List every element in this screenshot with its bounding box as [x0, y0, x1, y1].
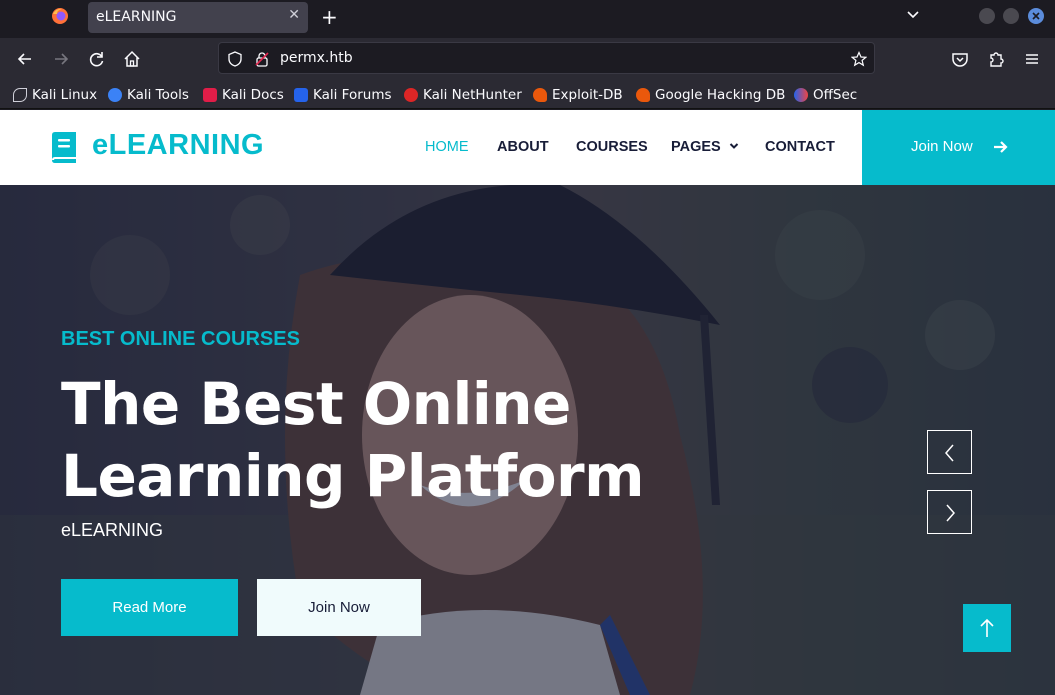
- bookmark-label: Kali Docs: [222, 87, 284, 103]
- bookmark-label: Exploit-DB: [552, 87, 623, 103]
- bookmark-label: Kali NetHunter: [423, 87, 522, 103]
- header-join-now-button[interactable]: Join Now: [862, 110, 1055, 185]
- minimize-window-button[interactable]: [979, 8, 995, 24]
- back-to-top-button[interactable]: [963, 604, 1011, 652]
- browser-tab-active[interactable]: eLEARNING ✕: [88, 2, 308, 33]
- offsec-icon: [794, 88, 808, 102]
- hero-title: The Best Online Learning Platform: [61, 370, 645, 510]
- close-window-button[interactable]: [1028, 8, 1044, 24]
- chevron-down-icon[interactable]: [906, 8, 920, 22]
- forward-arrow-icon[interactable]: [51, 49, 71, 69]
- carousel-prev-button[interactable]: [927, 430, 972, 474]
- nav-contact[interactable]: CONTACT: [765, 139, 835, 155]
- bookmark-kali-forums[interactable]: Kali Forums: [294, 86, 392, 104]
- kali-nethunter-icon: [404, 88, 418, 102]
- bookmark-kali-linux[interactable]: Kali Linux: [13, 86, 97, 104]
- kali-forums-icon: [294, 88, 308, 102]
- carousel-next-button[interactable]: [927, 490, 972, 534]
- nav-pages[interactable]: PAGES: [671, 139, 739, 155]
- kali-dragon-icon: [13, 88, 27, 102]
- chevron-down-icon: [729, 143, 738, 149]
- hero-kicker: BEST ONLINE COURSES: [61, 328, 300, 350]
- maximize-window-button[interactable]: [1003, 8, 1019, 24]
- nav-pages-label: PAGES: [671, 139, 721, 155]
- hero-join-now-button[interactable]: Join Now: [257, 579, 421, 636]
- insecure-lock-icon[interactable]: [254, 51, 270, 67]
- arrow-right-icon: [994, 141, 1008, 153]
- bookmarks-toolbar: Kali Linux Kali Tools Kali Docs Kali For…: [0, 80, 1055, 109]
- join-now-label: Join Now: [911, 138, 973, 155]
- tab-close-icon[interactable]: ✕: [288, 7, 300, 23]
- bookmark-label: Kali Forums: [313, 87, 392, 103]
- reload-icon[interactable]: [87, 49, 107, 69]
- pocket-icon[interactable]: [950, 49, 970, 69]
- chevron-right-icon: [946, 504, 955, 522]
- new-tab-icon[interactable]: +: [321, 5, 338, 29]
- browser-tab-strip: eLEARNING ✕ +: [0, 0, 1055, 38]
- back-arrow-icon[interactable]: [15, 49, 35, 69]
- kali-docs-icon: [203, 88, 217, 102]
- read-more-button[interactable]: Read More: [61, 579, 238, 636]
- bookmark-label: OffSec: [813, 87, 858, 103]
- brand-logo-text[interactable]: eLEARNING: [92, 129, 264, 162]
- nav-about[interactable]: ABOUT: [497, 139, 549, 155]
- kali-tools-icon: [108, 88, 122, 102]
- site-header: eLEARNING HOME ABOUT COURSES PAGES CONTA…: [0, 110, 1055, 185]
- address-bar[interactable]: permx.htb: [218, 42, 875, 74]
- bookmark-exploit-db[interactable]: Exploit-DB: [533, 86, 623, 104]
- book-icon[interactable]: [49, 132, 77, 163]
- bookmark-label: Kali Tools: [127, 87, 189, 103]
- hero-subtitle: eLEARNING: [61, 520, 164, 540]
- bookmark-label: Kali Linux: [32, 87, 98, 103]
- bookmark-kali-nethunter[interactable]: Kali NetHunter: [404, 86, 522, 104]
- ghdb-icon: [636, 88, 650, 102]
- nav-home[interactable]: HOME: [425, 139, 469, 155]
- shield-icon[interactable]: [227, 51, 243, 67]
- bookmark-star-icon[interactable]: [851, 51, 867, 67]
- home-icon[interactable]: [122, 49, 142, 69]
- extensions-icon[interactable]: [986, 49, 1006, 69]
- url-text[interactable]: permx.htb: [280, 50, 353, 66]
- exploit-db-icon: [533, 88, 547, 102]
- bookmark-kali-tools[interactable]: Kali Tools: [108, 86, 189, 104]
- arrow-up-icon: [980, 618, 994, 637]
- chevron-left-icon: [945, 444, 954, 462]
- bookmark-kali-docs[interactable]: Kali Docs: [203, 86, 284, 104]
- bookmark-label: Google Hacking DB: [655, 87, 786, 103]
- bookmark-offsec[interactable]: OffSec: [794, 86, 857, 104]
- tab-title: eLEARNING: [96, 9, 177, 25]
- browser-toolbar: permx.htb: [0, 38, 1055, 80]
- nav-courses[interactable]: COURSES: [576, 139, 648, 155]
- hero-carousel: BEST ONLINE COURSES The Best Online Lear…: [0, 185, 1055, 695]
- bookmark-google-hacking-db[interactable]: Google Hacking DB: [636, 86, 785, 104]
- hamburger-menu-icon[interactable]: [1022, 49, 1042, 69]
- close-icon: [1032, 12, 1040, 20]
- firefox-icon[interactable]: [51, 7, 69, 25]
